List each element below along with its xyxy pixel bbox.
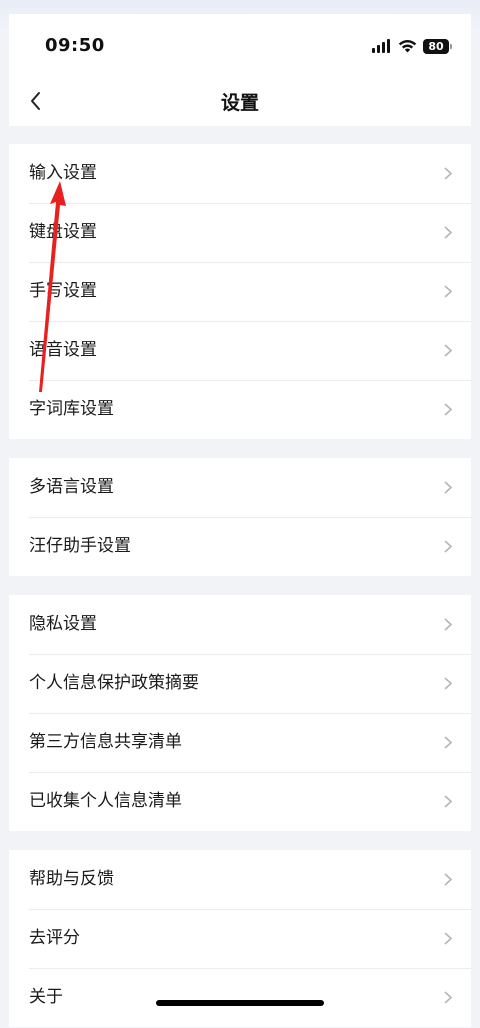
settings-row-label: 去评分 (29, 928, 80, 948)
page-title: 设置 (220, 92, 259, 114)
chevron-right-icon (444, 991, 453, 1004)
settings-row-help-feedback[interactable]: 帮助与反馈 (9, 850, 471, 909)
settings-group-language: 多语言设置 汪仔助手设置 (9, 458, 471, 576)
settings-row-label: 关于 (29, 987, 63, 1007)
chevron-right-icon (444, 285, 453, 298)
status-icons: 80 (372, 36, 452, 56)
settings-row-rate[interactable]: 去评分 (9, 909, 471, 968)
chevron-right-icon (444, 795, 453, 808)
settings-row-label: 键盘设置 (29, 222, 97, 242)
settings-row-voice[interactable]: 语音设置 (9, 321, 471, 380)
settings-row-label: 字词库设置 (29, 399, 114, 419)
settings-row-assistant[interactable]: 汪仔助手设置 (9, 517, 471, 576)
settings-group-privacy: 隐私设置 个人信息保护政策摘要 第三方信息共享清单 已收集个人信息清单 (9, 595, 471, 831)
chevron-right-icon (444, 736, 453, 749)
settings-row-input[interactable]: 输入设置 (9, 144, 471, 203)
settings-row-label: 已收集个人信息清单 (29, 791, 182, 811)
wifi-icon (398, 40, 417, 53)
chevron-right-icon (444, 618, 453, 631)
chevron-right-icon (444, 226, 453, 239)
settings-group-input: 输入设置 键盘设置 手写设置 语音设置 字词库设置 (9, 144, 471, 439)
settings-row-about[interactable]: 关于 (9, 968, 471, 1027)
chevron-right-icon (444, 540, 453, 553)
settings-row-privacy[interactable]: 隐私设置 (9, 595, 471, 654)
settings-row-label: 第三方信息共享清单 (29, 732, 182, 752)
nav-bar: 设置 (9, 76, 471, 126)
settings-row-keyboard[interactable]: 键盘设置 (9, 203, 471, 262)
settings-row-multilanguage[interactable]: 多语言设置 (9, 458, 471, 517)
settings-row-third-party-sharing[interactable]: 第三方信息共享清单 (9, 713, 471, 772)
settings-row-label: 手写设置 (29, 281, 97, 301)
chevron-right-icon (444, 873, 453, 886)
status-time: 09:50 (45, 35, 105, 56)
settings-row-label: 帮助与反馈 (29, 869, 114, 889)
signal-icon (372, 39, 392, 53)
chevron-right-icon (444, 403, 453, 416)
settings-row-collected-info[interactable]: 已收集个人信息清单 (9, 772, 471, 831)
settings-row-label: 语音设置 (29, 340, 97, 360)
chevron-right-icon (444, 677, 453, 690)
settings-row-label: 输入设置 (29, 163, 97, 183)
status-bar: 09:50 80 (9, 14, 471, 76)
settings-row-label: 隐私设置 (29, 614, 97, 634)
settings-row-label: 汪仔助手设置 (29, 536, 131, 556)
settings-row-handwriting[interactable]: 手写设置 (9, 262, 471, 321)
settings-row-label: 个人信息保护政策摘要 (29, 673, 199, 693)
chevron-right-icon (444, 481, 453, 494)
chevron-right-icon (444, 167, 453, 180)
settings-row-dictionary[interactable]: 字词库设置 (9, 380, 471, 439)
chevron-right-icon (444, 344, 453, 357)
battery-icon: 80 (423, 38, 452, 54)
settings-row-privacy-policy-summary[interactable]: 个人信息保护政策摘要 (9, 654, 471, 713)
phone-screen: 09:50 80 设置 输入设置 键盘设置 手写设置 语音设置 字词库设置 多语… (9, 14, 471, 1028)
settings-list: 输入设置 键盘设置 手写设置 语音设置 字词库设置 多语言设置 汪仔助手设置 隐… (9, 144, 471, 1028)
chevron-right-icon (444, 932, 453, 945)
settings-row-label: 多语言设置 (29, 477, 114, 497)
home-indicator (156, 1000, 324, 1006)
